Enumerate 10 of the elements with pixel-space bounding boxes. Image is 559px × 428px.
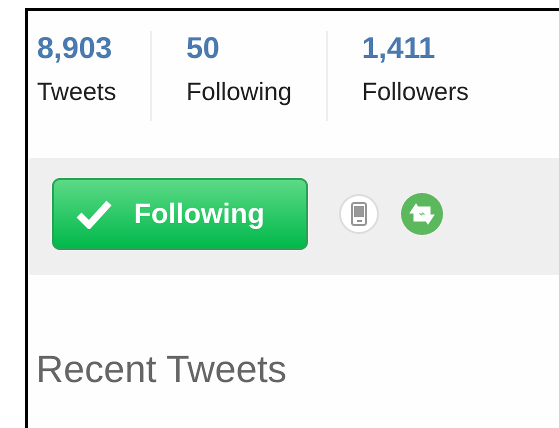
check-icon: [76, 198, 112, 228]
stat-count[interactable]: 50: [186, 31, 220, 67]
stat-count[interactable]: 8,903: [37, 31, 112, 67]
stat-count[interactable]: 1,411: [362, 31, 436, 67]
stat-label: Tweets: [37, 77, 116, 107]
section-title: Recent Tweets: [36, 350, 287, 390]
stat-label: Following: [186, 77, 292, 107]
stat-label: Followers: [362, 77, 469, 107]
retweet-icon[interactable]: [400, 192, 444, 236]
device-icon[interactable]: [338, 192, 380, 234]
